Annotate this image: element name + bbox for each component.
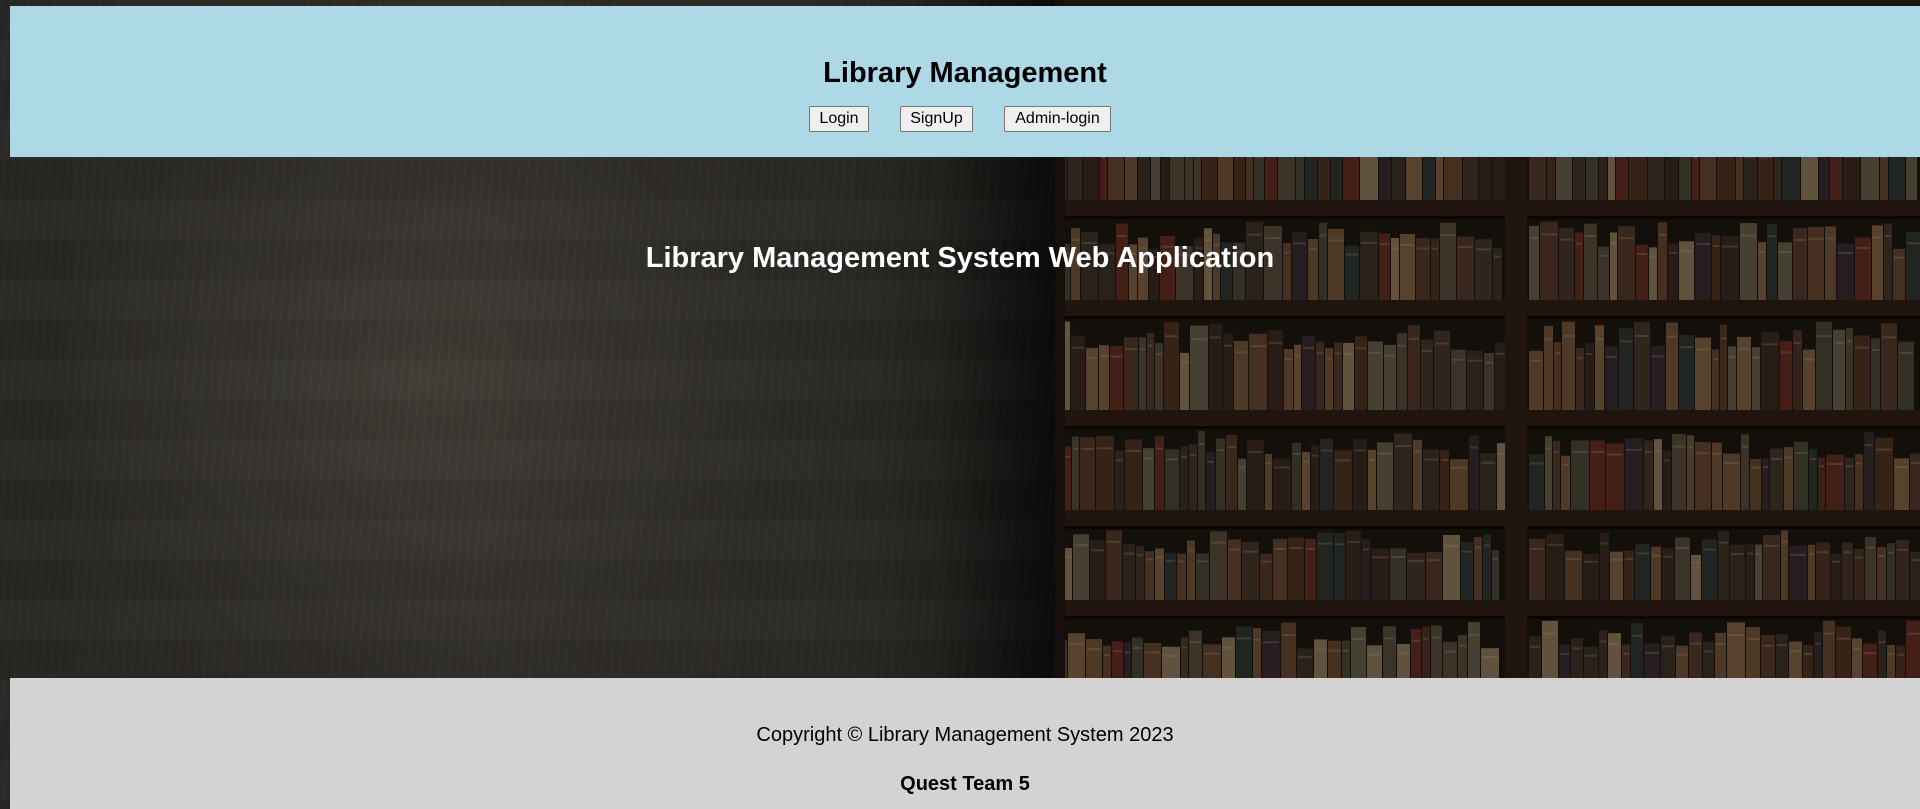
signup-button[interactable]: SignUp [900, 106, 973, 132]
site-header: Library Management Login SignUp Admin-lo… [10, 6, 1920, 157]
team-name: Quest Team 5 [900, 773, 1030, 795]
admin-login-button[interactable]: Admin-login [1004, 106, 1111, 132]
hero-title: Library Management System Web Applicatio… [645, 242, 1275, 274]
copyright-text: Copyright © Library Management System 20… [756, 724, 1174, 746]
header-nav: Login SignUp Admin-login [10, 106, 1920, 132]
site-footer: Copyright © Library Management System 20… [10, 678, 1920, 809]
site-title: Library Management [823, 57, 1107, 89]
login-button[interactable]: Login [809, 106, 869, 132]
